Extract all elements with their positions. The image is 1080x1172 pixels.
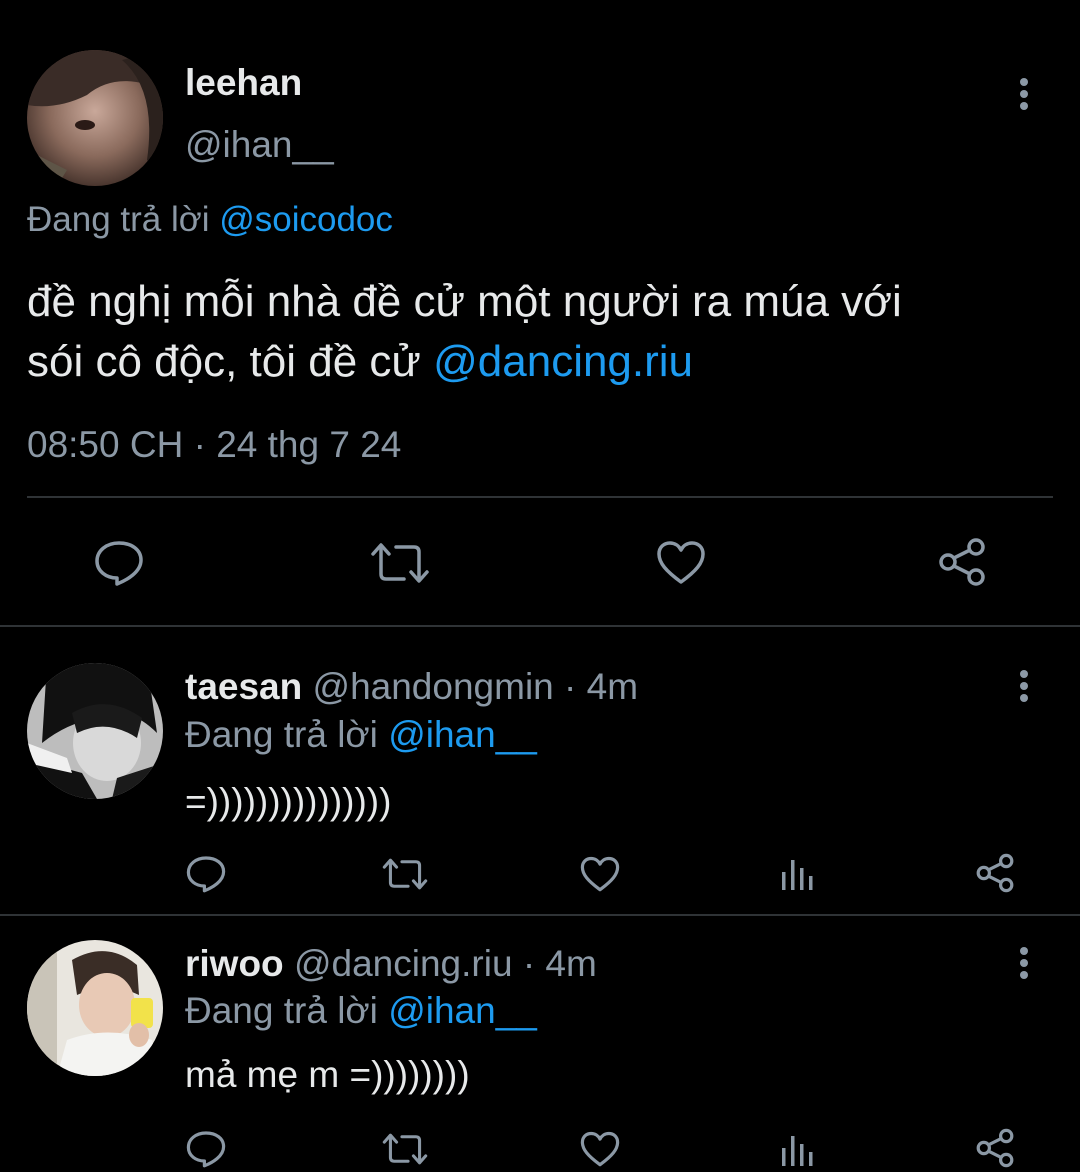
relative-time[interactable]: 4m bbox=[587, 666, 638, 707]
handle[interactable]: @dancing.riu bbox=[294, 943, 513, 984]
avatar[interactable] bbox=[27, 663, 163, 799]
display-name[interactable]: taesan bbox=[185, 666, 302, 707]
mention-link[interactable]: @dancing.riu bbox=[433, 337, 693, 386]
separator: · bbox=[564, 666, 577, 707]
tweet-text-line2: sói cô độc, tôi đề cử @dancing.riu bbox=[27, 332, 902, 392]
handle[interactable]: @ihan__ bbox=[185, 124, 334, 166]
avatar[interactable] bbox=[27, 940, 163, 1076]
retweet-icon[interactable] bbox=[382, 1130, 428, 1168]
avatar[interactable] bbox=[27, 50, 163, 186]
section-divider bbox=[0, 914, 1080, 916]
handle[interactable]: @handongmin bbox=[313, 666, 554, 707]
reply-header: taesan @handongmin · 4m bbox=[185, 666, 638, 708]
reply-mention-link[interactable]: @ihan__ bbox=[388, 714, 537, 755]
reply-text: =))))))))))))))) bbox=[185, 781, 392, 822]
share-icon[interactable] bbox=[975, 1128, 1015, 1168]
reply-text: mả mẹ m =)))))))) bbox=[185, 1054, 470, 1095]
share-icon[interactable] bbox=[975, 853, 1015, 893]
stats-icon[interactable] bbox=[780, 856, 814, 892]
more-icon[interactable] bbox=[1012, 947, 1036, 981]
reply-context: Đang trả lời @ihan__ bbox=[185, 714, 537, 756]
relative-time[interactable]: 4m bbox=[545, 943, 596, 984]
reply-prefix: Đang trả lời bbox=[27, 200, 210, 239]
reply-mention-link[interactable]: @ihan__ bbox=[388, 990, 537, 1031]
reply-icon[interactable] bbox=[94, 540, 144, 586]
timestamp[interactable]: 08:50 CH · 24 thg 7 24 bbox=[27, 424, 401, 466]
reply-icon[interactable] bbox=[186, 855, 226, 893]
like-icon[interactable] bbox=[580, 856, 620, 893]
like-icon[interactable] bbox=[656, 540, 706, 586]
retweet-icon[interactable] bbox=[382, 855, 428, 893]
reply-icon[interactable] bbox=[186, 1130, 226, 1168]
reply-header: riwoo @dancing.riu · 4m bbox=[185, 943, 597, 985]
reply-context: Đang trả lời @soicodoc bbox=[27, 200, 393, 240]
more-icon[interactable] bbox=[1012, 670, 1036, 704]
reply-context: Đang trả lời @ihan__ bbox=[185, 990, 537, 1032]
like-icon[interactable] bbox=[580, 1131, 620, 1168]
tweet-text: đề nghị mỗi nhà đề cử một người ra múa v… bbox=[27, 272, 902, 392]
reply-prefix: Đang trả lời bbox=[185, 990, 378, 1031]
display-name[interactable]: leehan bbox=[185, 62, 302, 104]
more-icon[interactable] bbox=[1012, 78, 1036, 112]
share-icon[interactable] bbox=[937, 537, 987, 587]
tweet-text-line1: đề nghị mỗi nhà đề cử một người ra múa v… bbox=[27, 277, 902, 326]
reply-prefix: Đang trả lời bbox=[185, 714, 378, 755]
tweet-text-line2-plain: sói cô độc, tôi đề cử bbox=[27, 337, 434, 386]
display-name[interactable]: riwoo bbox=[185, 943, 284, 984]
retweet-icon[interactable] bbox=[370, 540, 430, 586]
separator: · bbox=[522, 943, 536, 984]
stats-icon[interactable] bbox=[780, 1132, 814, 1168]
divider bbox=[27, 496, 1053, 498]
section-divider bbox=[0, 625, 1080, 627]
reply-mention-link[interactable]: @soicodoc bbox=[219, 200, 393, 239]
